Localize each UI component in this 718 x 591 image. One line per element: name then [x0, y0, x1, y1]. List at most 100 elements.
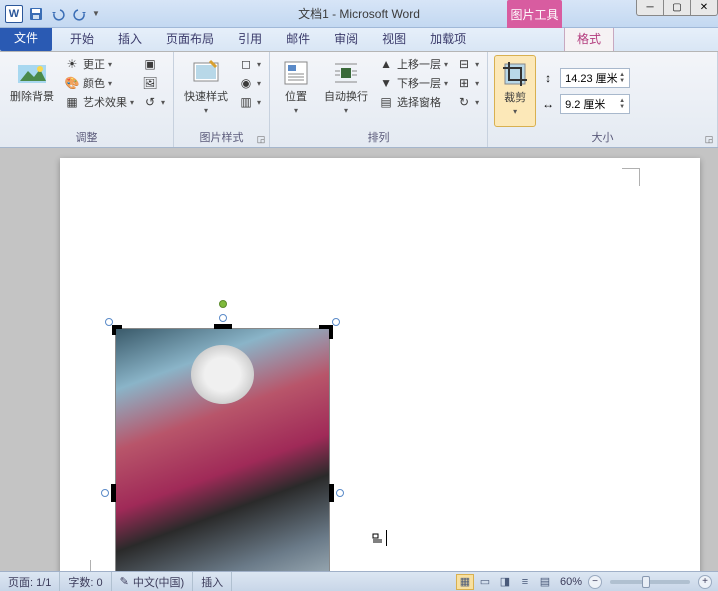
status-language[interactable]: ✎中文(中国)	[112, 572, 194, 591]
resize-handle-r[interactable]	[336, 489, 344, 497]
height-input[interactable]: 14.23 厘米▲▼	[560, 68, 630, 88]
redo-button[interactable]	[70, 4, 90, 24]
effects-icon: ◉	[238, 75, 254, 91]
tab-file[interactable]: 文件	[0, 24, 52, 51]
ribbon: 删除背景 ☀更正▾ 🎨颜色▾ ▦艺术效果▾ ▣ 🖼 ↺▾ 调整 快速样式▾	[0, 52, 718, 148]
corrections-button[interactable]: ☀更正▾	[62, 55, 136, 73]
word-app-icon[interactable]: W	[4, 4, 24, 24]
zoom-thumb[interactable]	[642, 576, 650, 588]
resize-handle-t[interactable]	[219, 314, 227, 322]
tab-review[interactable]: 审阅	[322, 26, 370, 51]
resize-handle-tr[interactable]	[332, 318, 340, 326]
status-bar: 页面: 1/1 字数: 0 ✎中文(中国) 插入 ▦ ▭ ◨ ≡ ▤ 60% −…	[0, 571, 718, 591]
view-web-button[interactable]: ◨	[496, 574, 514, 590]
status-word-count[interactable]: 字数: 0	[60, 572, 111, 591]
align-button[interactable]: ⊟▾	[454, 55, 481, 73]
save-button[interactable]	[26, 4, 46, 24]
align-icon: ⊟	[456, 56, 472, 72]
quick-access-toolbar: W ▼	[0, 4, 100, 24]
minimize-button[interactable]: ─	[636, 0, 664, 16]
group-button[interactable]: ⊞▾	[454, 74, 481, 92]
compress-icon: ▣	[142, 56, 158, 72]
qat-customize-icon[interactable]: ▼	[92, 9, 100, 18]
view-outline-button[interactable]: ≡	[516, 574, 534, 590]
proofing-icon: ✎	[120, 575, 129, 588]
tab-addins[interactable]: 加载项	[418, 26, 478, 51]
position-button[interactable]: 位置▾	[276, 55, 316, 127]
color-button[interactable]: 🎨颜色▾	[62, 74, 136, 92]
zoom-slider[interactable]	[610, 580, 690, 584]
picture-content[interactable]	[115, 328, 330, 571]
view-draft-button[interactable]: ▤	[536, 574, 554, 590]
status-insert-mode[interactable]: 插入	[193, 572, 232, 591]
maximize-button[interactable]: ▢	[663, 0, 691, 16]
rotate-button[interactable]: ↻▾	[454, 93, 481, 111]
wrap-icon	[330, 57, 362, 89]
compress-pictures-button[interactable]: ▣	[140, 55, 167, 73]
artistic-icon: ▦	[64, 94, 80, 110]
text-cursor-indicator	[372, 530, 387, 546]
crop-handle-tr[interactable]	[319, 325, 333, 339]
wrap-text-button[interactable]: 自动换行▾	[320, 55, 372, 127]
crop-handle-l[interactable]	[111, 484, 116, 502]
resize-handle-l[interactable]	[101, 489, 109, 497]
title-bar: W ▼ 文档1 - Microsoft Word 图片工具 ─ ▢ ✕	[0, 0, 718, 28]
zoom-level[interactable]: 60%	[560, 576, 582, 588]
tab-mailings[interactable]: 邮件	[274, 26, 322, 51]
tab-home[interactable]: 开始	[58, 26, 106, 51]
context-tool-label: 图片工具	[507, 0, 562, 28]
tab-view[interactable]: 视图	[370, 26, 418, 51]
change-picture-button[interactable]: 🖼	[140, 74, 167, 92]
crop-handle-tl[interactable]	[112, 325, 126, 339]
artistic-effects-button[interactable]: ▦艺术效果▾	[62, 93, 136, 111]
send-backward-icon: ▼	[378, 75, 394, 91]
view-print-layout-button[interactable]: ▦	[456, 574, 474, 590]
group-icon: ⊞	[456, 75, 472, 91]
tab-references[interactable]: 引用	[226, 26, 274, 51]
layout-icon: ▥	[238, 94, 254, 110]
rotate-handle[interactable]	[219, 300, 227, 308]
tab-format[interactable]: 格式	[564, 25, 614, 51]
window-title: 文档1 - Microsoft Word	[298, 5, 420, 22]
crop-button[interactable]: 裁剪▾	[494, 55, 536, 127]
picture-border-button[interactable]: ◻▾	[236, 55, 263, 73]
close-button[interactable]: ✕	[690, 0, 718, 16]
size-launcher[interactable]: ◲	[703, 133, 715, 145]
reset-picture-button[interactable]: ↺▾	[140, 93, 167, 111]
remove-background-button[interactable]: 删除背景	[6, 55, 58, 127]
group-size: 裁剪▾ ↕ 14.23 厘米▲▼ ↔ 9.2 厘米▲▼ 大小 ◲	[488, 52, 718, 147]
quick-styles-button[interactable]: 快速样式▾	[180, 55, 232, 127]
bring-forward-icon: ▲	[378, 56, 394, 72]
margin-corner-tr	[622, 168, 640, 186]
picture-layout-button[interactable]: ▥▾	[236, 93, 263, 111]
width-input[interactable]: 9.2 厘米▲▼	[560, 94, 630, 114]
zoom-in-button[interactable]: +	[698, 575, 712, 589]
height-input-row: ↕ 14.23 厘米▲▼	[540, 68, 630, 88]
document-area[interactable]	[0, 148, 718, 571]
width-icon: ↔	[540, 96, 556, 112]
crop-icon	[499, 58, 531, 90]
picture-effects-button[interactable]: ◉▾	[236, 74, 263, 92]
crop-handle-t[interactable]	[214, 324, 232, 329]
ribbon-tabs: 文件 开始 插入 页面布局 引用 邮件 审阅 视图 加载项 格式	[0, 28, 718, 52]
quick-styles-icon	[190, 57, 222, 89]
group-arrange: 位置▾ 自动换行▾ ▲上移一层▾ ▼下移一层▾ ▤选择窗格 ⊟▾ ⊞▾ ↻▾ 排…	[270, 52, 488, 147]
send-backward-button[interactable]: ▼下移一层▾	[376, 74, 450, 92]
margin-corner-bl	[90, 560, 108, 571]
zoom-out-button[interactable]: −	[588, 575, 602, 589]
reset-icon: ↺	[142, 94, 158, 110]
anchor-icon	[372, 533, 384, 543]
selected-picture[interactable]	[115, 328, 330, 571]
bring-forward-button[interactable]: ▲上移一层▾	[376, 55, 450, 73]
position-icon	[280, 57, 312, 89]
border-icon: ◻	[238, 56, 254, 72]
width-input-row: ↔ 9.2 厘米▲▼	[540, 94, 630, 114]
selection-pane-button[interactable]: ▤选择窗格	[376, 93, 450, 111]
crop-handle-r[interactable]	[329, 484, 334, 502]
view-full-screen-button[interactable]: ▭	[476, 574, 494, 590]
picture-styles-launcher[interactable]: ◲	[255, 133, 267, 145]
undo-button[interactable]	[48, 4, 68, 24]
status-page[interactable]: 页面: 1/1	[0, 572, 60, 591]
tab-insert[interactable]: 插入	[106, 26, 154, 51]
tab-page-layout[interactable]: 页面布局	[154, 26, 226, 51]
